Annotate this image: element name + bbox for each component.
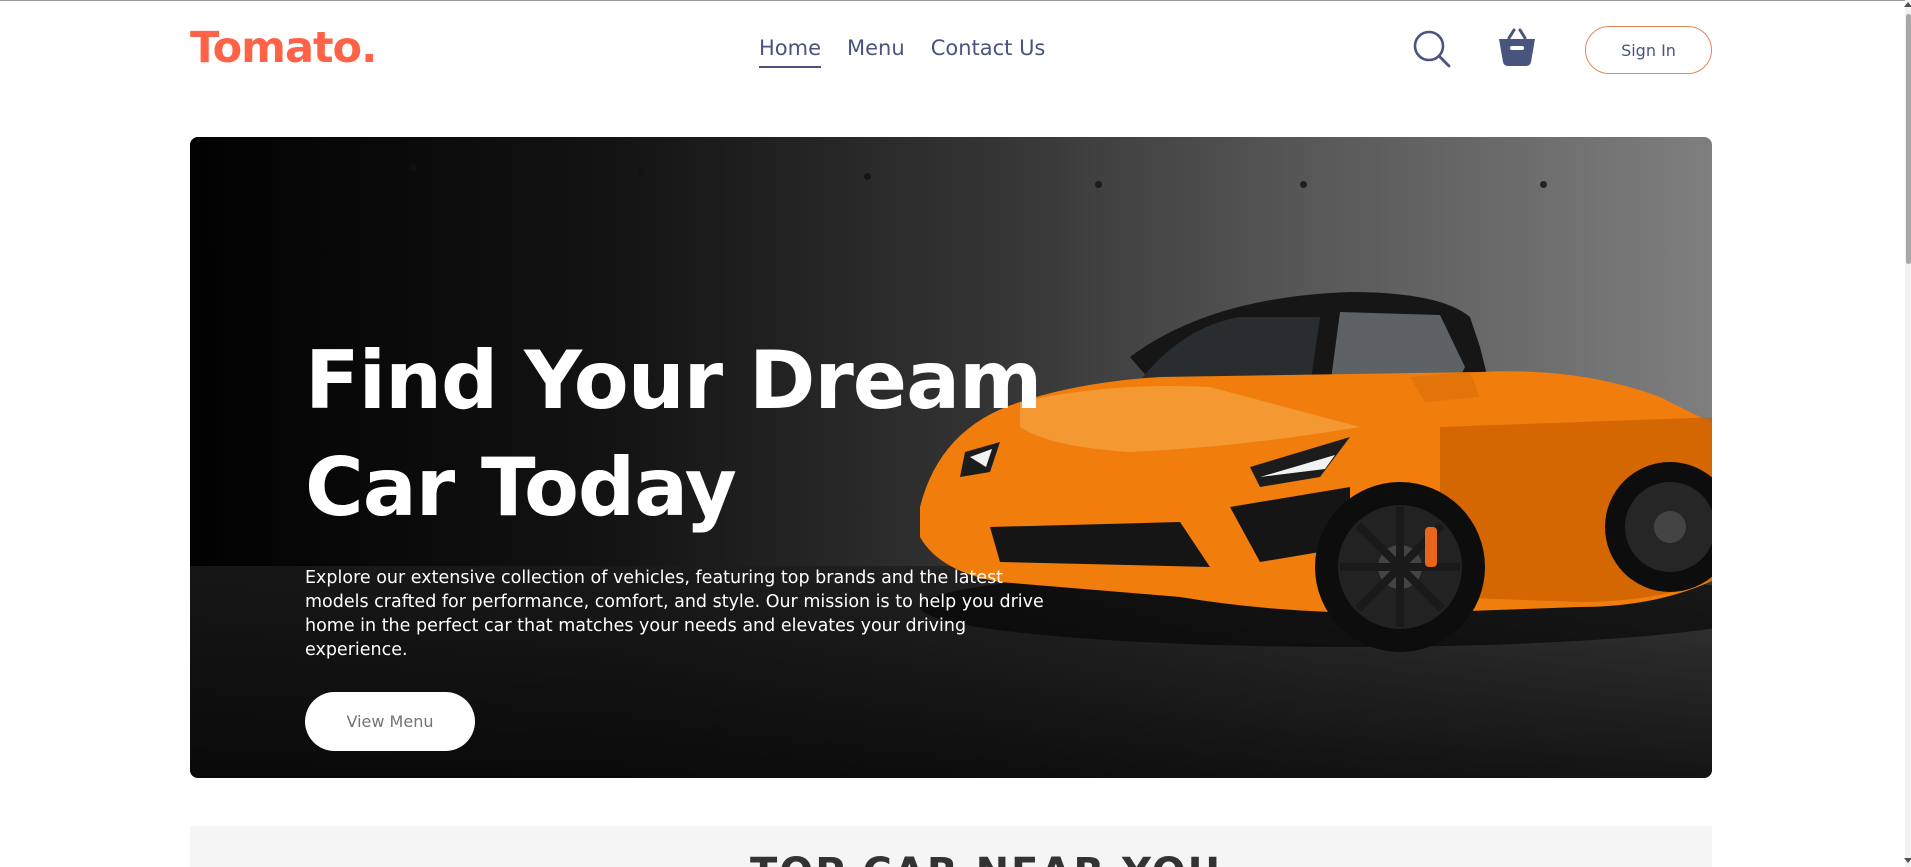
scroll-up-arrow-icon[interactable]	[1904, 2, 1911, 7]
hero-description: Explore our extensive collection of vehi…	[305, 568, 1044, 660]
navbar: Tomato. Home Menu Contact Us Sign In	[190, 0, 1712, 100]
hero-title: Find Your Dream Car Today	[305, 327, 1065, 541]
top-cars-section: TOP CAR NEAR YOU	[190, 826, 1712, 867]
hero-title-line2: Car Today	[305, 441, 737, 534]
wall-dot	[1300, 181, 1307, 188]
nav-contact-us[interactable]: Contact Us	[931, 32, 1046, 68]
hero-content: Find Your Dream Car Today Explore our ex…	[305, 327, 1065, 751]
hero-title-line1: Find Your Dream	[305, 334, 1042, 427]
search-icon[interactable]	[1412, 29, 1452, 69]
scroll-down-arrow-icon[interactable]	[1904, 858, 1911, 863]
scrollbar-thumb[interactable]	[1906, 14, 1911, 264]
wall-dot	[864, 173, 871, 180]
wall-dot	[1540, 181, 1547, 188]
basket-icon[interactable]	[1495, 26, 1539, 70]
sign-in-button[interactable]: Sign In	[1585, 26, 1712, 74]
view-menu-button[interactable]: View Menu	[305, 692, 475, 751]
wall-dot	[410, 164, 417, 171]
wall-dot	[1095, 181, 1102, 188]
nav-home[interactable]: Home	[759, 32, 822, 68]
logo[interactable]: Tomato.	[190, 20, 377, 76]
hero-banner: Find Your Dream Car Today Explore our ex…	[190, 137, 1712, 778]
nav-menu-link[interactable]: Menu	[847, 32, 905, 68]
section-title: TOP CAR NEAR YOU	[750, 850, 1222, 867]
nav-menu: Home Menu Contact Us	[759, 32, 1045, 68]
wall-dot	[637, 169, 644, 176]
